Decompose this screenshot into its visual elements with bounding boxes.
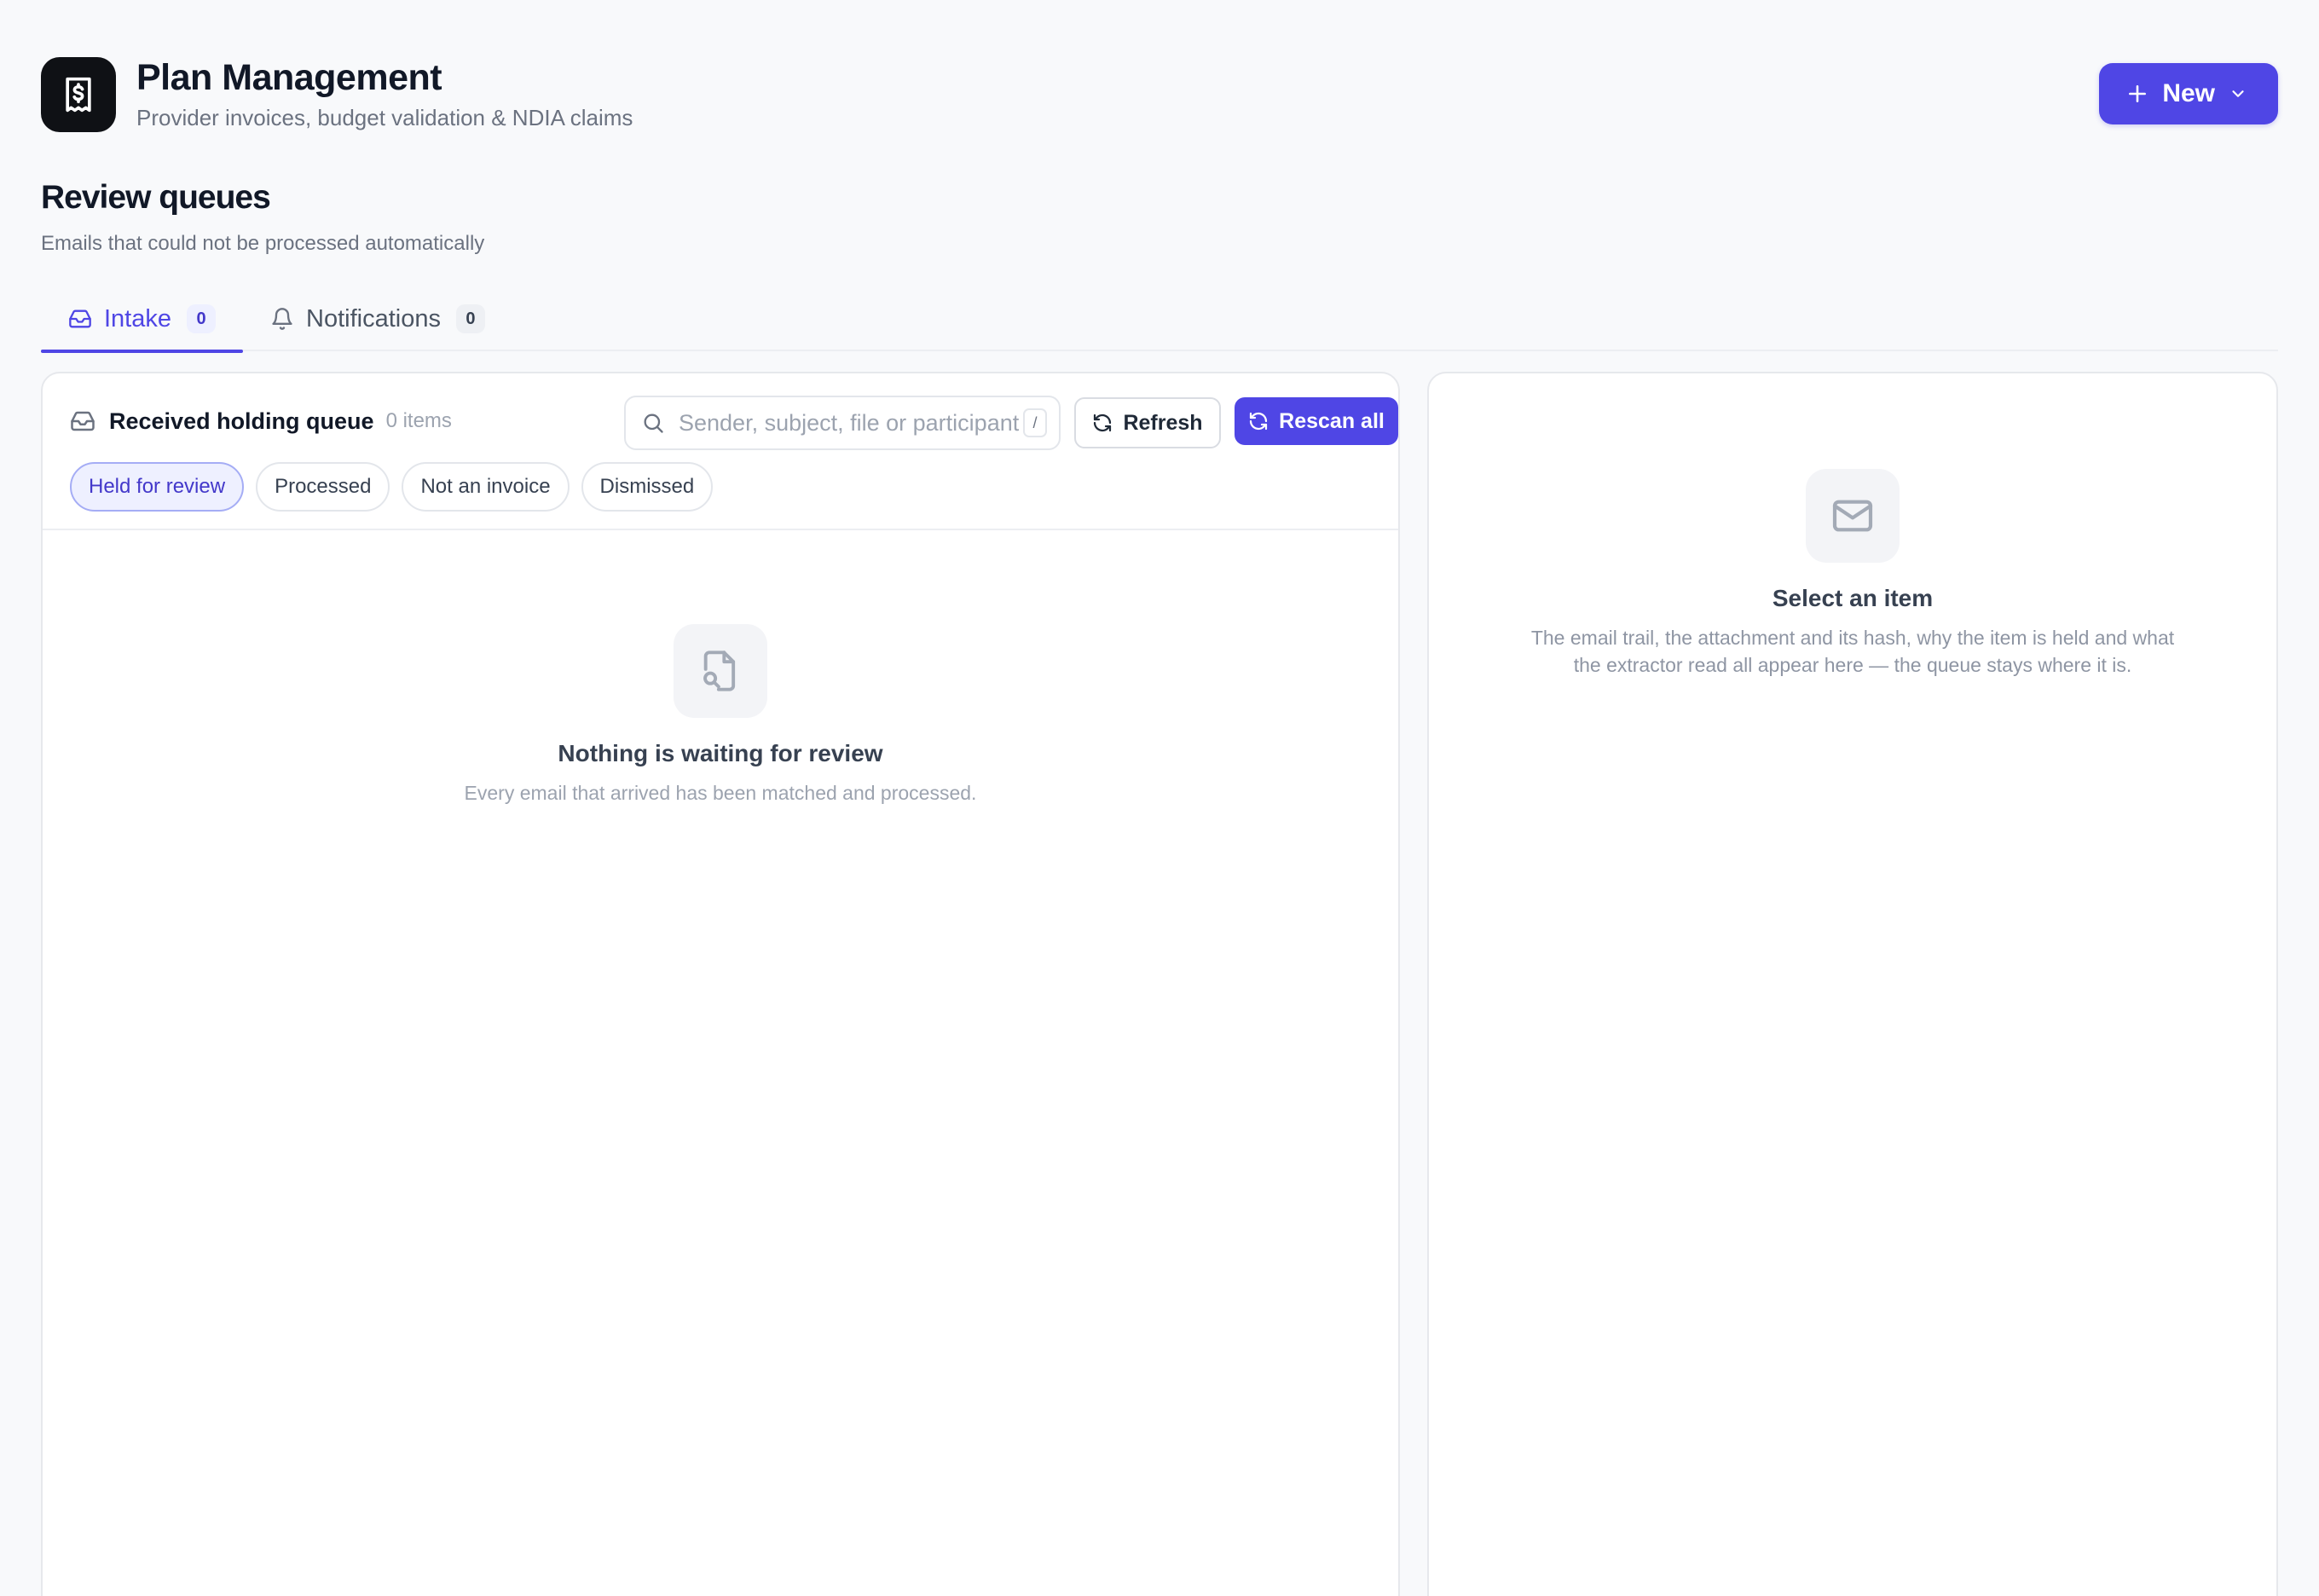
rescan-label: Rescan all <box>1279 408 1385 433</box>
queue-tabs: Intake 0 Notifications 0 <box>41 286 2278 353</box>
receipt-dollar-icon <box>66 77 91 113</box>
search-box: / <box>624 396 1061 450</box>
section-title: Review queues <box>41 179 271 216</box>
tab-intake[interactable]: Intake 0 <box>41 286 243 353</box>
queue-title: Received holding queue <box>109 408 374 434</box>
search-icon <box>644 413 663 433</box>
page: Plan Management Provider invoices, budge… <box>0 0 2319 1596</box>
filter-processed[interactable]: Processed <box>256 462 390 512</box>
queue-panel: Received holding queue 0 items / Refresh <box>41 372 1400 1596</box>
empty-title: Nothing is waiting for review <box>558 740 883 766</box>
chevron-down-icon <box>2232 90 2244 97</box>
inbox-icon <box>71 411 95 431</box>
refresh-button[interactable]: Refresh <box>1074 397 1221 448</box>
bell-icon <box>272 308 292 330</box>
queue-count: 0 items <box>385 409 452 432</box>
app-logo <box>41 57 116 132</box>
tab-notifications-label: Notifications <box>306 304 441 332</box>
detail-empty-description: The email trail, the attachment and its … <box>1530 627 2175 677</box>
status-filters: Held for review Processed Not an invoice… <box>70 462 714 512</box>
filter-held-for-review[interactable]: Held for review <box>70 462 245 512</box>
new-button[interactable]: New <box>2099 63 2278 124</box>
tab-notifications[interactable]: Notifications 0 <box>243 286 512 351</box>
tab-intake-count: 0 <box>187 304 216 333</box>
divider <box>43 529 1398 530</box>
new-button-label: New <box>2162 79 2215 107</box>
detail-empty-state: Select an item The email trail, the atta… <box>1429 469 2276 679</box>
search-shortcut-key: / <box>1023 408 1047 437</box>
detail-panel: Select an item The email trail, the atta… <box>1427 372 2278 1596</box>
app-titles: Plan Management Provider invoices, budge… <box>136 56 633 131</box>
filter-not-an-invoice[interactable]: Not an invoice <box>402 462 570 512</box>
refresh-label: Refresh <box>1123 410 1203 435</box>
empty-icon-container <box>674 624 767 718</box>
detail-empty-title: Select an item <box>1772 585 1934 611</box>
file-search-icon <box>703 651 736 691</box>
mail-icon <box>1832 500 1873 532</box>
section-subtitle: Emails that could not be processed autom… <box>41 232 485 255</box>
app-title: Plan Management <box>136 56 442 98</box>
tab-intake-label: Intake <box>104 304 171 332</box>
app-header: Plan Management Provider invoices, budge… <box>41 56 2278 133</box>
app-subtitle: Provider invoices, budget validation & N… <box>136 105 633 131</box>
queue-header: Received holding queue 0 items / Refresh <box>70 394 1398 450</box>
queue-empty-state: Nothing is waiting for review Every emai… <box>43 624 1398 807</box>
empty-icon-container <box>1806 469 1900 563</box>
rescan-all-button[interactable]: Rescan all <box>1235 397 1398 445</box>
refresh-icon <box>1094 413 1112 432</box>
tab-notifications-count: 0 <box>455 304 485 333</box>
inbox-icon <box>69 309 91 328</box>
rescan-icon <box>1250 412 1268 431</box>
filter-dismissed[interactable]: Dismissed <box>581 462 714 512</box>
empty-description: Every email that arrived has been matche… <box>464 782 977 804</box>
search-input[interactable] <box>679 409 1023 437</box>
plus-icon <box>2129 85 2147 102</box>
